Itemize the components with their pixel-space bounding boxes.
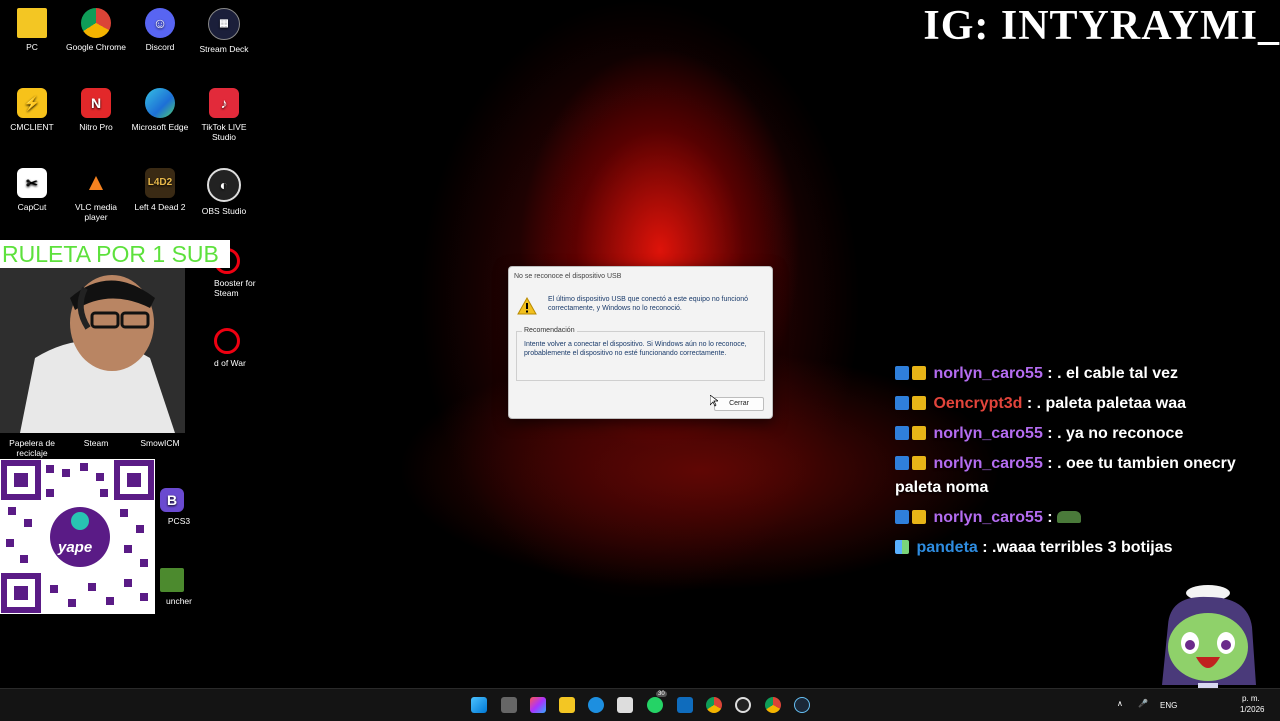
- chrome-taskbar-icon[interactable]: [706, 697, 722, 713]
- close-button[interactable]: Cerrar: [714, 397, 764, 411]
- prime-badge-icon: [895, 510, 909, 524]
- folder-icon: [17, 8, 47, 38]
- pcs3-icon: B: [160, 488, 184, 512]
- god-of-war-icon: [214, 328, 240, 354]
- obs-icon: ◐: [207, 168, 241, 202]
- ig-handle-overlay: IG: INTYRAYMI_: [923, 3, 1280, 49]
- clock-date[interactable]: 1/2026: [1240, 705, 1264, 714]
- mouse-cursor-icon: [709, 394, 720, 412]
- taskbar: 30 ∧ 🎤 ENG p. m. 1/2026: [0, 688, 1280, 721]
- stream-deck-icon: ▦: [208, 8, 240, 40]
- desktop-icon-god-of-war[interactable]: d of War: [204, 328, 268, 368]
- left4dead-icon: L4D2: [145, 168, 175, 198]
- webcam-feed: [0, 268, 185, 433]
- chat-message: Oencrypt3d : . paleta paletaa waa: [895, 392, 1255, 416]
- task-view-icon[interactable]: [501, 697, 517, 713]
- recommendation-label: Recomendación: [522, 327, 577, 334]
- capcut-icon: ✂: [17, 168, 47, 198]
- chat-message: pandeta : .waaa terribles 3 botijas: [895, 536, 1255, 560]
- crown-badge-icon: [912, 456, 926, 470]
- edge-icon: [145, 88, 175, 118]
- nitro-icon: N: [81, 88, 111, 118]
- chat-text: : . el cable tal vez: [1047, 365, 1179, 382]
- chat-username: norlyn_caro55: [933, 509, 1043, 526]
- microphone-icon[interactable]: 🎤: [1138, 699, 1148, 708]
- chrome-profile-taskbar-icon[interactable]: [765, 697, 781, 713]
- notification-count: 30: [656, 691, 667, 697]
- desktop-icon-capcut[interactable]: ✂ CapCut: [0, 168, 64, 212]
- prime-badge-icon: [895, 456, 909, 470]
- dialog-message: El último dispositivo USB que conectó a …: [548, 296, 749, 312]
- yape-label: yape: [58, 539, 93, 556]
- desktop-icon-discord[interactable]: ☺ Discord: [128, 8, 192, 52]
- chrome-icon: [81, 8, 111, 38]
- chat-username: pandeta: [916, 539, 978, 556]
- chat-username: Oencrypt3d: [933, 395, 1023, 412]
- desktop-icon-l4d2[interactable]: L4D2 Left 4 Dead 2: [128, 168, 192, 212]
- edge-taskbar-icon[interactable]: [588, 697, 604, 713]
- whatsapp-icon[interactable]: 30: [647, 691, 667, 713]
- crown-badge-icon: [912, 510, 926, 524]
- chat-username: norlyn_caro55: [933, 455, 1043, 472]
- mascot-avatar: [1150, 585, 1262, 700]
- ruleta-banner: RULETA POR 1 SUB: [0, 240, 230, 268]
- desktop-icon-cmclient[interactable]: ⚡ CMCLIENT: [0, 88, 64, 132]
- chat-text: :: [1047, 509, 1053, 526]
- chat-message: norlyn_caro55 : . ya no reconoce: [895, 422, 1255, 446]
- recommendation-text: Intente volver a conectar el dispositivo…: [524, 341, 747, 357]
- desktop-icon-recycle-bin[interactable]: Papelera de reciclaje: [0, 438, 64, 458]
- lightning-icon: ⚡: [17, 88, 47, 118]
- file-explorer-icon[interactable]: [559, 697, 575, 713]
- chat-message: norlyn_caro55 : . oee tu tambien onecry …: [895, 452, 1255, 500]
- desktop-icon-pc[interactable]: PC: [0, 8, 64, 52]
- desktop-icon-edge[interactable]: Microsoft Edge: [128, 88, 192, 132]
- desktop-icon-steam[interactable]: Steam: [64, 438, 128, 448]
- usb-error-dialog: No se reconoce el dispositivo USB El últ…: [508, 266, 773, 419]
- language-indicator[interactable]: ENG: [1160, 701, 1177, 710]
- yape-qr-code: yape: [0, 459, 155, 614]
- crown-badge-icon: [912, 396, 926, 410]
- copilot-icon[interactable]: [530, 697, 546, 713]
- minecraft-icon: [160, 568, 184, 592]
- chat-text: : .waaa terribles 3 botijas: [982, 539, 1173, 556]
- chevron-up-icon[interactable]: ∧: [1117, 699, 1123, 708]
- desktop-icon-chrome[interactable]: Google Chrome: [64, 8, 128, 52]
- chat-text: : . paleta paletaa waa: [1026, 395, 1187, 412]
- discord-icon: ☺: [145, 8, 175, 38]
- prime-badge-icon: [895, 426, 909, 440]
- store-icon[interactable]: [617, 697, 633, 713]
- dialog-title: No se reconoce el dispositivo USB: [514, 273, 622, 280]
- clock-time[interactable]: p. m.: [1242, 694, 1260, 703]
- chat-username: norlyn_caro55: [933, 365, 1043, 382]
- vlc-cone-icon: ▲: [84, 169, 108, 196]
- steam-taskbar-icon[interactable]: [794, 697, 810, 713]
- multi-badge-icon: [895, 540, 909, 554]
- desktop-icon-nitro[interactable]: N Nitro Pro: [64, 88, 128, 132]
- obs-taskbar-icon[interactable]: [735, 697, 751, 713]
- recommendation-box: Recomendación Intente volver a conectar …: [516, 327, 765, 381]
- prime-badge-icon: [895, 396, 909, 410]
- desktop-icon-smowicm[interactable]: SmowICM: [128, 438, 192, 448]
- chat-text: : . ya no reconoce: [1047, 425, 1184, 442]
- desktop-icon-tiktok[interactable]: ♪ TikTok LIVE Studio: [192, 88, 256, 142]
- start-windows-icon[interactable]: [471, 697, 487, 713]
- desktop-icon-stream-deck[interactable]: ▦ Stream Deck: [192, 8, 256, 54]
- desktop-icon-vlc[interactable]: ▲ VLC media player: [64, 168, 128, 223]
- desktop-icon-obs[interactable]: ◐ OBS Studio: [192, 168, 256, 216]
- chat-message: norlyn_caro55 : . el cable tal vez: [895, 362, 1255, 386]
- tiktok-icon: ♪: [209, 88, 239, 118]
- chat-username: norlyn_caro55: [933, 425, 1043, 442]
- crown-badge-icon: [912, 426, 926, 440]
- crown-badge-icon: [912, 366, 926, 380]
- stream-chat: norlyn_caro55 : . el cable tal vez Oencr…: [895, 362, 1255, 566]
- outlook-icon[interactable]: [677, 697, 693, 713]
- chat-message: norlyn_caro55 :: [895, 506, 1255, 530]
- emote-icon: [1057, 511, 1082, 523]
- warning-icon: [517, 296, 537, 317]
- prime-badge-icon: [895, 366, 909, 380]
